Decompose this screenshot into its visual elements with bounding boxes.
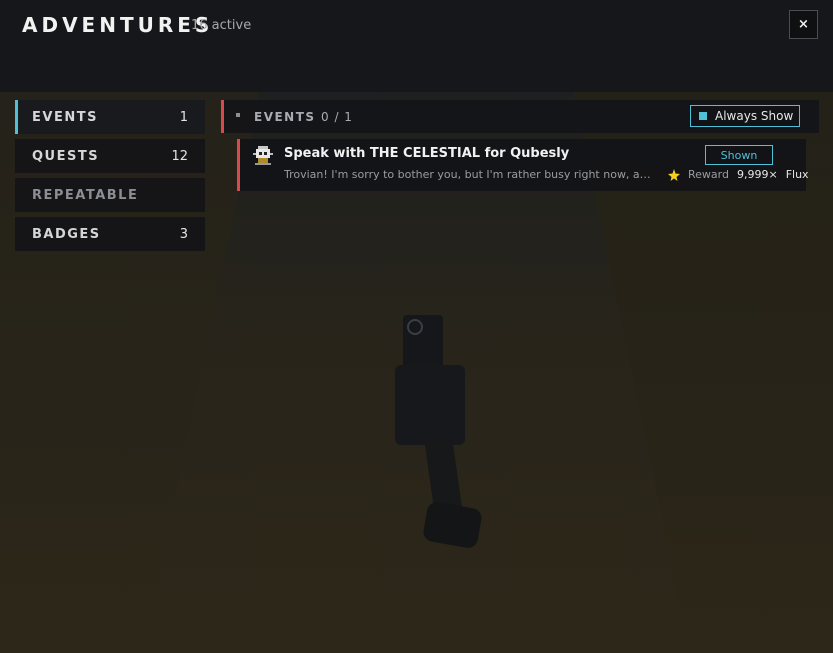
quest-reward: Reward 9,999× Flux bbox=[668, 168, 809, 181]
close-button[interactable]: × bbox=[789, 10, 818, 39]
section-label: EVENTS bbox=[254, 110, 316, 124]
sidebar-item-events[interactable]: EVENTS 1 bbox=[15, 100, 205, 134]
sidebar-item-label: QUESTS bbox=[32, 148, 100, 164]
collapse-bullet-icon bbox=[236, 113, 240, 117]
checkbox-checked-icon bbox=[699, 112, 707, 120]
quest-description: Trovian! I'm sorry to bother you, but I'… bbox=[284, 168, 654, 181]
shown-toggle-button[interactable]: Shown bbox=[705, 145, 773, 165]
section-progress: 0 / 1 bbox=[321, 110, 353, 124]
sidebar-item-repeatable[interactable]: REPEATABLE bbox=[15, 178, 205, 212]
sidebar-item-count: 1 bbox=[179, 109, 188, 125]
sidebar-item-badges[interactable]: BADGES 3 bbox=[15, 217, 205, 251]
adventures-header: ADVENTURES 16 active × bbox=[0, 0, 833, 92]
page-title: ADVENTURES bbox=[22, 13, 214, 37]
quest-title: Speak with THE CELESTIAL for Qubesly bbox=[284, 146, 570, 161]
always-show-label: Always Show bbox=[715, 109, 794, 123]
player-character bbox=[385, 315, 495, 555]
npc-robot-icon bbox=[253, 146, 273, 165]
sidebar-item-label: REPEATABLE bbox=[32, 187, 139, 203]
sidebar-item-quests[interactable]: QUESTS 12 bbox=[15, 139, 205, 173]
character-body bbox=[395, 365, 465, 445]
reward-label: Reward bbox=[688, 168, 729, 181]
active-count: 16 active bbox=[191, 18, 252, 33]
character-foot bbox=[421, 500, 484, 550]
sidebar-item-count: 3 bbox=[179, 226, 188, 242]
quest-row[interactable]: Speak with THE CELESTIAL for Qubesly Tro… bbox=[237, 139, 809, 191]
events-section-header[interactable]: EVENTS 0 / 1 Always Show bbox=[221, 100, 819, 133]
game-world-background bbox=[0, 0, 833, 653]
reward-item-name: Flux bbox=[785, 168, 809, 181]
reward-quantity: 9,999× bbox=[736, 168, 778, 181]
flux-star-icon bbox=[668, 168, 680, 181]
always-show-toggle[interactable]: Always Show bbox=[690, 105, 800, 127]
sidebar-item-count: 12 bbox=[171, 148, 188, 164]
character-ring bbox=[407, 319, 423, 335]
category-sidebar: EVENTS 1 QUESTS 12 REPEATABLE BADGES 3 bbox=[15, 100, 205, 256]
sidebar-item-label: EVENTS bbox=[32, 109, 98, 125]
sidebar-item-label: BADGES bbox=[32, 226, 101, 242]
